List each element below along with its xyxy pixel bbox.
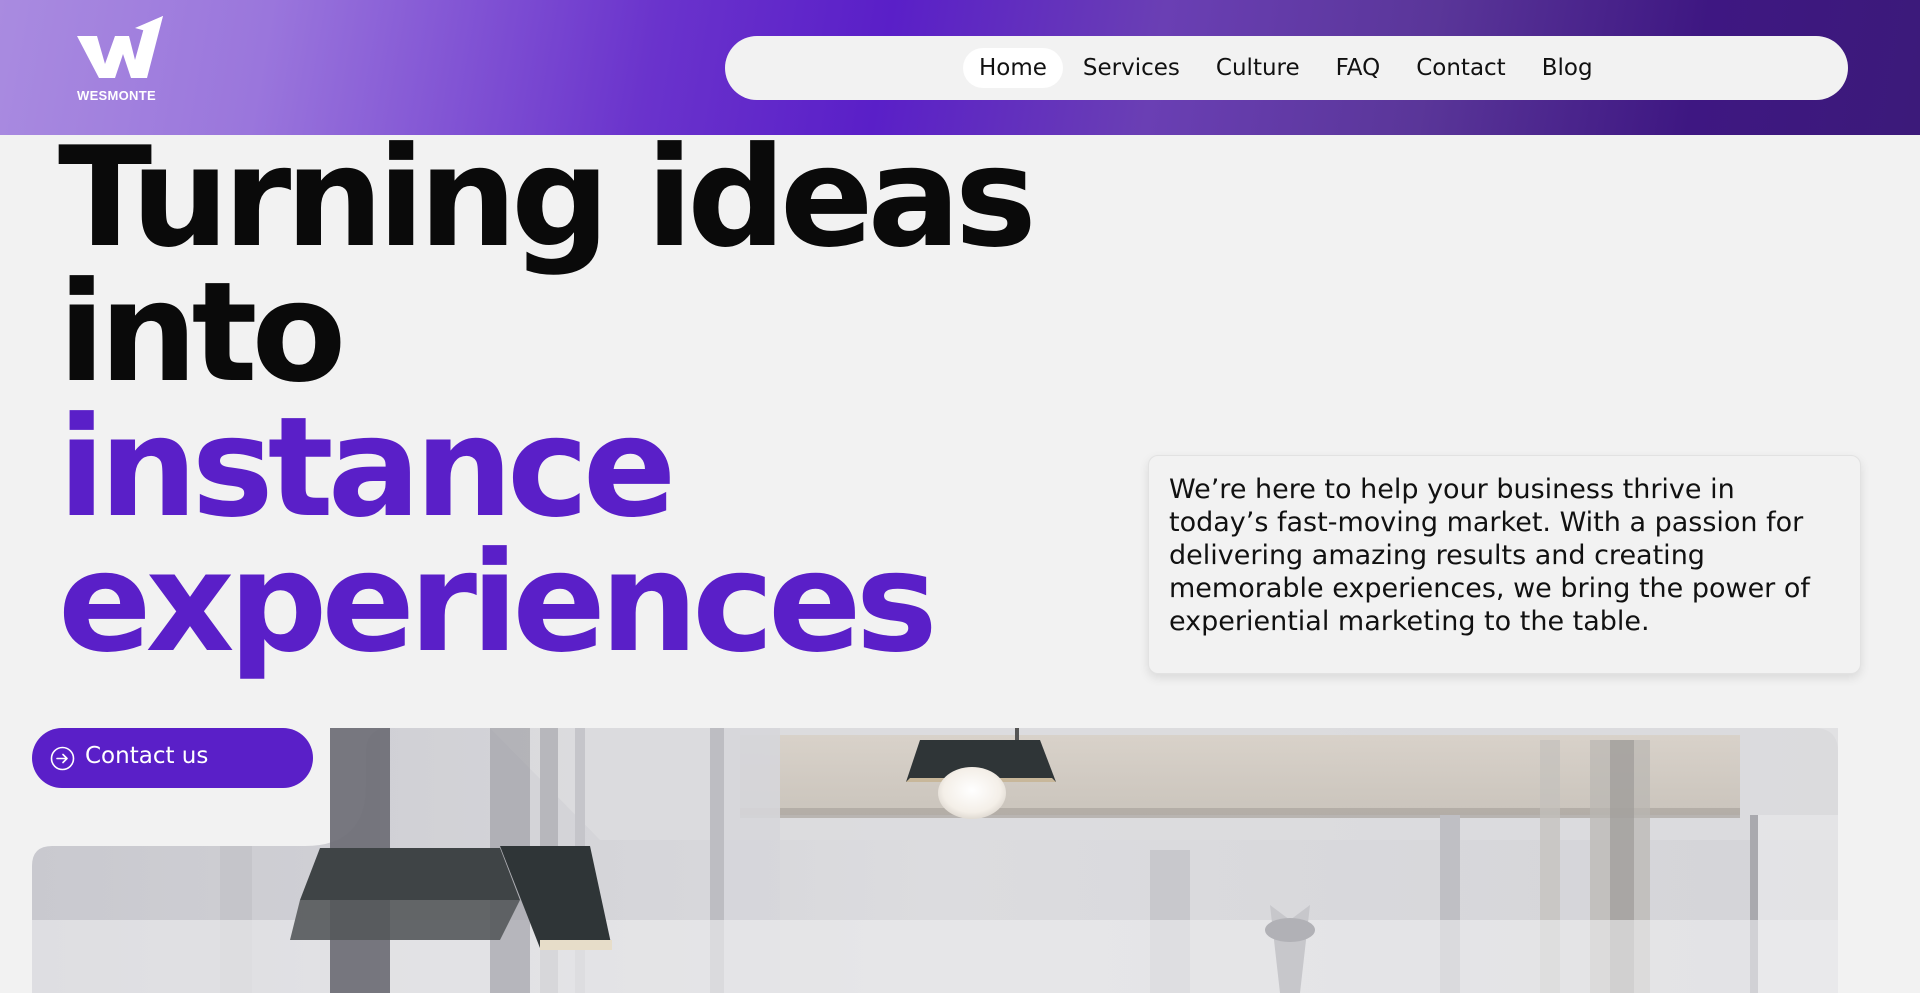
nav-item-home[interactable]: Home <box>963 48 1063 88</box>
nav-item-blog[interactable]: Blog <box>1526 48 1609 88</box>
intro-text: We’re here to help your business thrive … <box>1169 474 1810 637</box>
hero-line-2: into <box>58 252 346 413</box>
contact-us-button[interactable]: Contact us <box>32 728 313 788</box>
brand-logo[interactable]: WESMONTE <box>73 16 165 108</box>
nav-item-culture[interactable]: Culture <box>1200 48 1316 88</box>
nav-item-faq[interactable]: FAQ <box>1320 48 1397 88</box>
hero-title: Turning ideas into instance experiences <box>58 117 1058 683</box>
hero-line-3: instance <box>58 387 676 548</box>
arrow-circle-right-icon <box>50 746 75 771</box>
nav-items: Home Services Culture FAQ Contact Blog <box>963 45 1613 91</box>
intro-card: We’re here to help your business thrive … <box>1148 455 1861 674</box>
hero-line-4: experiences <box>58 522 938 683</box>
hero-line-1: Turning ideas <box>58 117 1037 278</box>
site-header: WESMONTE Home Services Culture FAQ Conta… <box>0 0 1920 135</box>
main-navigation: Home Services Culture FAQ Contact Blog <box>725 36 1848 100</box>
brand-name: WESMONTE <box>77 88 156 103</box>
wesmonte-w-logo-icon <box>77 16 163 78</box>
nav-item-contact[interactable]: Contact <box>1400 48 1521 88</box>
contact-us-label: Contact us <box>85 743 209 769</box>
nav-item-services[interactable]: Services <box>1067 48 1196 88</box>
